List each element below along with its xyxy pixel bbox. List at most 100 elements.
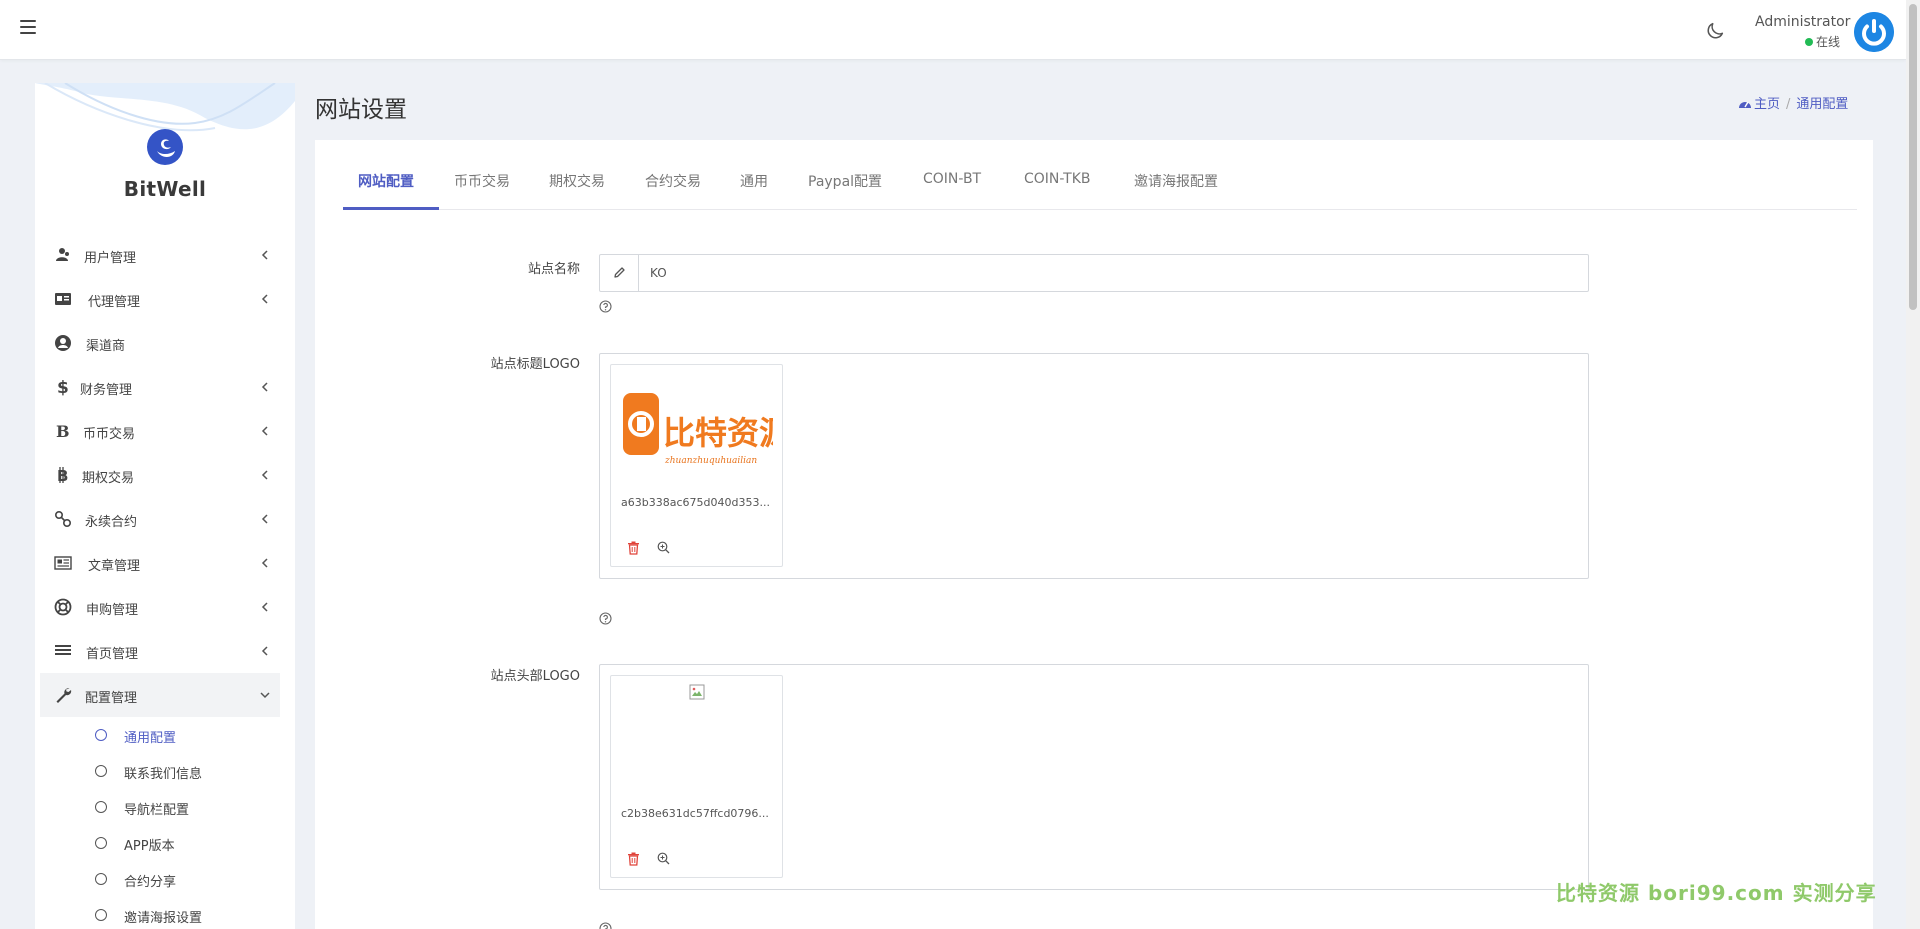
sidebar-item-config[interactable]: 配置管理: [40, 673, 280, 717]
tab-contract-trading[interactable]: 合约交易: [645, 171, 701, 191]
sidebar: BitWell 用户管理 代理管理 渠道商 $ 财务管理 B 币币交易 B: [35, 83, 295, 929]
newspaper-icon: [54, 556, 72, 570]
submenu-item-label: APP版本: [124, 839, 175, 854]
lifebuoy-icon: [54, 598, 72, 616]
submenu-item-navbar-config[interactable]: 导航栏配置: [40, 789, 280, 825]
user-status: 在线: [1805, 33, 1840, 50]
title-logo-label: 站点标题LOGO: [490, 357, 580, 372]
submenu-item-app-version[interactable]: APP版本: [40, 825, 280, 861]
dark-mode-moon-icon[interactable]: [1704, 20, 1726, 42]
help-icon[interactable]: [599, 612, 612, 625]
sidebar-item-channels[interactable]: 渠道商: [40, 321, 280, 365]
trash-icon[interactable]: [627, 852, 640, 866]
dollar-icon: $: [57, 378, 69, 396]
sidebar-item-label: 币币交易: [83, 427, 136, 442]
header-logo-upload[interactable]: c2b38e631dc57ffcd0796...: [599, 664, 1589, 890]
sidebar-item-label: 文章管理: [88, 559, 141, 574]
submenu-item-label: 邀请海报设置: [124, 911, 203, 926]
submenu-item-label: 合约分享: [124, 875, 177, 890]
submenu-item-contract-share[interactable]: 合约分享: [40, 861, 280, 897]
tab-site-config[interactable]: 网站配置: [358, 171, 414, 191]
avatar[interactable]: [1854, 12, 1894, 52]
tab-options-trading[interactable]: 期权交易: [549, 171, 605, 191]
sidebar-item-agents[interactable]: 代理管理: [40, 277, 280, 321]
link-icon: [54, 510, 72, 528]
id-card-icon: [55, 293, 71, 305]
user-circle-icon: [55, 335, 71, 351]
chevron-down-icon: [260, 692, 270, 699]
sidebar-item-label: 用户管理: [84, 251, 137, 266]
title-logo-upload[interactable]: 比特资源 zhuanzhuquhuailian a63b338ac675d040…: [599, 353, 1589, 579]
svg-text:$: $: [57, 378, 69, 396]
site-name-input-group: [599, 254, 1589, 292]
tab-invite-poster-config[interactable]: 邀请海报配置: [1134, 171, 1218, 191]
sidebar-item-articles[interactable]: 文章管理: [40, 541, 280, 585]
submenu-item-invite-poster[interactable]: 邀请海报设置: [40, 897, 280, 929]
online-dot-icon: [1805, 38, 1813, 46]
sidebar-item-finance[interactable]: $ 财务管理: [40, 365, 280, 409]
sidebar-item-label: 财务管理: [80, 383, 133, 398]
tab-coin-tkb[interactable]: COIN-TKB: [1024, 171, 1091, 187]
page-title: 网站设置: [315, 97, 407, 123]
sidebar-item-options-trading[interactable]: B 期权交易: [40, 453, 280, 497]
file-name: a63b338ac675d040d353...: [621, 496, 770, 509]
user-name[interactable]: Administrator: [1755, 14, 1850, 30]
brand-name: BitWell: [123, 177, 207, 201]
title-logo-text: 比特资源: [663, 414, 773, 452]
sidebar-item-spot-trading[interactable]: B 币币交易: [40, 409, 280, 453]
wrench-icon: [56, 688, 72, 703]
file-name: c2b38e631dc57ffcd0796...: [621, 807, 769, 820]
breadcrumb-current: 通用配置: [1796, 97, 1849, 112]
circle-icon: [95, 909, 107, 921]
tab-coin-bt[interactable]: COIN-BT: [923, 171, 981, 187]
breadcrumb-home-link[interactable]: 主页: [1754, 97, 1780, 112]
sidebar-menu: 用户管理 代理管理 渠道商 $ 财务管理 B 币币交易 B 期权交易: [40, 233, 280, 929]
title-logo-image: 比特资源 zhuanzhuquhuailian: [621, 379, 773, 475]
help-icon[interactable]: [599, 922, 612, 929]
input-addon: [600, 255, 639, 291]
sidebar-item-subscriptions[interactable]: 申购管理: [40, 585, 280, 629]
scrollbar-thumb[interactable]: [1909, 4, 1917, 310]
circle-icon: [95, 801, 107, 813]
sidebar-item-label: 首页管理: [86, 647, 139, 662]
chevron-left-icon: [261, 514, 268, 524]
pencil-icon: [614, 267, 625, 278]
chevron-left-icon: [261, 426, 268, 436]
tab-paypal-config[interactable]: Paypal配置: [808, 171, 882, 191]
circle-icon: [95, 729, 107, 741]
zoom-in-icon[interactable]: [657, 852, 670, 865]
trash-icon[interactable]: [627, 541, 640, 555]
settings-tabs: 网站配置 币币交易 期权交易 合约交易 通用 Paypal配置 COIN-BT …: [343, 140, 1857, 210]
zoom-in-icon[interactable]: [657, 541, 670, 554]
svg-text:B: B: [56, 422, 70, 440]
sidebar-item-users[interactable]: 用户管理: [40, 233, 280, 277]
sidebar-item-perpetual-contracts[interactable]: 永续合约: [40, 497, 280, 541]
submenu-item-contact-info[interactable]: 联系我们信息: [40, 753, 280, 789]
sidebar-item-label: 永续合约: [85, 515, 138, 530]
bold-b-icon: B: [56, 422, 70, 440]
help-icon[interactable]: [599, 300, 612, 313]
chevron-left-icon: [261, 646, 268, 656]
title-logo-subtext: zhuanzhuquhuailian: [664, 456, 757, 466]
tab-spot-trading[interactable]: 币币交易: [454, 171, 510, 191]
active-tab-indicator: [343, 207, 439, 210]
menu-toggle-icon[interactable]: [20, 20, 36, 34]
sidebar-item-label: 代理管理: [88, 295, 141, 310]
tab-general[interactable]: 通用: [740, 171, 768, 191]
users-icon: [56, 248, 69, 261]
submenu-item-label: 通用配置: [124, 731, 177, 746]
list-icon: [55, 645, 71, 655]
top-bar: Administrator 在线: [0, 0, 1906, 60]
submenu-item-label: 导航栏配置: [124, 803, 190, 818]
file-preview-card: c2b38e631dc57ffcd0796...: [610, 675, 783, 878]
site-name-input[interactable]: [640, 255, 1588, 291]
sidebar-item-label: 申购管理: [86, 603, 139, 618]
header-logo-label: 站点头部LOGO: [490, 669, 580, 684]
sidebar-item-label: 渠道商: [86, 339, 126, 354]
sidebar-item-homepage[interactable]: 首页管理: [40, 629, 280, 673]
breadcrumb-separator: /: [1786, 97, 1791, 112]
dashboard-icon: [1739, 101, 1751, 108]
chevron-left-icon: [261, 602, 268, 612]
submenu-item-general-config[interactable]: 通用配置: [40, 717, 280, 753]
circle-icon: [95, 837, 107, 849]
